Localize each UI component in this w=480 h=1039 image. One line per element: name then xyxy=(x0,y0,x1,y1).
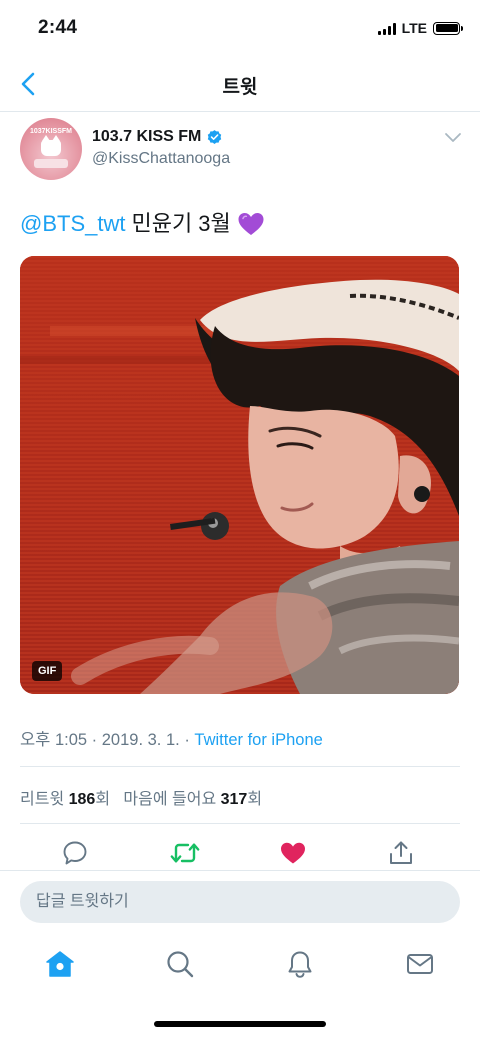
tweet-text: @BTS_twt 민윤기 3월 xyxy=(20,209,265,239)
battery-icon xyxy=(433,21,463,35)
tweet-body: 민윤기 3월 xyxy=(131,211,231,236)
divider xyxy=(20,823,460,824)
purple-heart-icon xyxy=(238,213,264,235)
reply-icon xyxy=(63,841,87,865)
author-name-text: 103.7 KISS FM xyxy=(92,128,202,145)
home-indicator[interactable] xyxy=(154,1021,326,1027)
gif-image xyxy=(20,256,459,694)
nav-bar: 트윗 xyxy=(0,58,480,112)
tab-home[interactable] xyxy=(42,946,78,982)
retweets-label: 리트윗 xyxy=(20,791,65,808)
separator: · xyxy=(184,731,190,749)
cat-logo-icon xyxy=(41,135,61,156)
page-title: 트윗 xyxy=(222,77,258,98)
like-button[interactable] xyxy=(278,838,308,868)
status-bar: 2:44 LTE xyxy=(0,0,480,58)
author-name[interactable]: 103.7 KISS FM xyxy=(92,128,223,146)
tweet-stats: 리트윗 186회 마음에 들어요 317회 xyxy=(20,785,262,809)
network-type: LTE xyxy=(401,20,427,36)
reply-input[interactable] xyxy=(20,881,460,923)
mention-link[interactable]: @BTS_twt xyxy=(20,209,125,239)
avatar[interactable]: 1037KISSFM xyxy=(20,118,82,180)
tweet-media-gif[interactable]: GIF xyxy=(20,256,459,694)
likes-label: 마음에 들어요 xyxy=(123,791,217,808)
notifications-icon xyxy=(288,951,312,978)
signal-icon xyxy=(377,22,396,35)
author-handle[interactable]: @KissChattanooga xyxy=(92,150,230,168)
share-button[interactable] xyxy=(386,838,416,868)
share-icon xyxy=(390,841,412,864)
tweet-author: 1037KISSFM 103.7 KISS FM @KissChattanoog… xyxy=(0,114,480,194)
retweet-icon xyxy=(170,843,200,863)
tweet-source-link[interactable]: Twitter for iPhone xyxy=(194,731,322,749)
likes-unit: 회 xyxy=(247,791,263,808)
tab-notifications[interactable] xyxy=(282,946,318,982)
tweet-time: 오후 1:05 xyxy=(20,731,88,749)
retweet-button[interactable] xyxy=(170,838,200,868)
tweet-timestamp: 오후 1:05 · 2019. 3. 1. · Twitter for iPho… xyxy=(20,726,323,750)
status-indicators: LTE xyxy=(377,20,463,36)
retweets-unit: 회 xyxy=(95,791,111,808)
reply-button[interactable] xyxy=(60,838,90,868)
chevron-down-icon[interactable] xyxy=(444,132,462,144)
retweets-stat[interactable]: 리트윗 186회 xyxy=(20,791,110,808)
tab-search[interactable] xyxy=(162,946,198,982)
home-icon xyxy=(46,951,74,977)
likes-stat[interactable]: 마음에 들어요 317회 xyxy=(123,791,262,808)
verified-badge-icon xyxy=(208,129,222,144)
retweets-count: 186 xyxy=(68,791,96,808)
tab-bar xyxy=(0,932,480,1039)
divider xyxy=(20,766,460,767)
avatar-logo-text: 1037KISSFM xyxy=(29,128,73,135)
separator: · xyxy=(91,731,98,749)
avatar-band xyxy=(34,159,68,168)
tweet-actions xyxy=(0,836,480,870)
tweet-date: 2019. 3. 1. xyxy=(101,731,180,749)
messages-icon xyxy=(407,954,433,974)
like-icon xyxy=(281,842,305,864)
status-time: 2:44 xyxy=(38,17,78,38)
tab-messages[interactable] xyxy=(402,946,438,982)
reply-area xyxy=(0,870,480,932)
likes-count: 317 xyxy=(220,791,248,808)
search-icon xyxy=(167,951,194,978)
gif-badge: GIF xyxy=(32,661,63,681)
